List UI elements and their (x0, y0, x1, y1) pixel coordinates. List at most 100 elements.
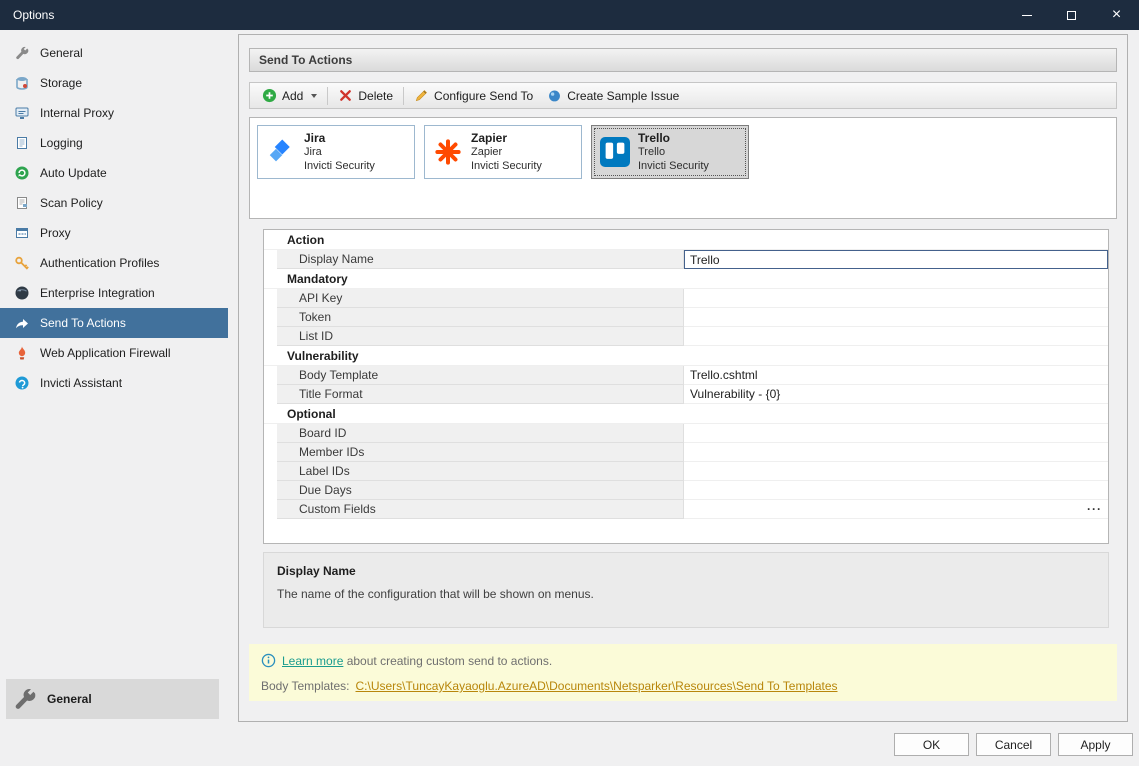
sidebar-item-storage[interactable]: Storage (0, 68, 228, 98)
api-key-field[interactable] (684, 289, 1108, 308)
sidebar-item-web-application-firewall[interactable]: Web Application Firewall (0, 338, 228, 368)
property-row-custom-fields[interactable]: Custom Fields ··· (264, 500, 1108, 519)
card-vendor: Invicti Security (638, 160, 709, 174)
group-header-action[interactable]: Action (264, 230, 1108, 250)
sidebar-item-label: Auto Update (40, 166, 107, 180)
due-days-field[interactable] (684, 481, 1108, 500)
delete-button[interactable]: Delete (331, 85, 400, 106)
proxy-icon (14, 225, 30, 241)
sidebar-item-label: Send To Actions (40, 316, 126, 330)
delete-icon (338, 88, 353, 103)
property-description-panel: Display Name The name of the configurati… (263, 552, 1109, 628)
sidebar-item-auto-update[interactable]: Auto Update (0, 158, 228, 188)
close-icon: × (1112, 7, 1121, 23)
body-template-field[interactable]: Trello.cshtml (684, 366, 1108, 385)
display-name-field[interactable]: Trello (684, 250, 1108, 269)
body-templates-path-link[interactable]: C:\Users\TuncayKayaoglu.AzureAD\Document… (356, 679, 838, 693)
minimize-icon (1022, 15, 1032, 16)
send-to-card-zapier[interactable]: Zapier Zapier Invicti Security (424, 125, 582, 179)
board-id-field[interactable] (684, 424, 1108, 443)
sidebar-item-label: Scan Policy (40, 196, 103, 210)
sidebar-item-label: Enterprise Integration (40, 286, 155, 300)
auto-update-icon (14, 165, 30, 181)
property-row-label-ids[interactable]: Label IDs (264, 462, 1108, 481)
group-header-optional[interactable]: Optional (264, 404, 1108, 424)
sidebar-item-general[interactable]: General (0, 38, 228, 68)
property-row-display-name[interactable]: Display Name Trello (264, 250, 1108, 269)
title-format-field[interactable]: Vulnerability - {0} (684, 385, 1108, 404)
configure-send-to-button[interactable]: Configure Send To (407, 85, 540, 106)
logging-icon (14, 135, 30, 151)
send-to-actions-panel: Send To Actions Add Delete Configure Sen… (238, 34, 1128, 722)
create-sample-issue-button[interactable]: Create Sample Issue (540, 85, 686, 106)
property-row-title-format[interactable]: Title Format Vulnerability - {0} (264, 385, 1108, 404)
sidebar-item-logging[interactable]: Logging (0, 128, 228, 158)
wrench-icon-large (12, 686, 38, 712)
property-row-body-template[interactable]: Body Template Trello.cshtml (264, 366, 1108, 385)
internal-proxy-icon (14, 105, 30, 121)
group-header-mandatory[interactable]: Mandatory (264, 269, 1108, 289)
sidebar-item-label: Invicti Assistant (40, 376, 122, 390)
maximize-button[interactable] (1049, 0, 1094, 30)
panel-header: Send To Actions (249, 48, 1117, 72)
zapier-icon (433, 137, 463, 167)
dialog-buttons: OK Cancel Apply (894, 733, 1133, 756)
sidebar-item-label: Storage (40, 76, 82, 90)
toolbar: Add Delete Configure Send To Create Samp… (249, 82, 1117, 109)
sidebar-item-enterprise-integration[interactable]: Enterprise Integration (0, 278, 228, 308)
ellipsis-button[interactable]: ··· (1087, 502, 1102, 516)
sidebar-item-label: Authentication Profiles (40, 256, 159, 270)
property-row-board-id[interactable]: Board ID (264, 424, 1108, 443)
apply-button[interactable]: Apply (1058, 733, 1133, 756)
maximize-icon (1067, 11, 1076, 20)
close-button[interactable]: × (1094, 0, 1139, 30)
ok-button[interactable]: OK (894, 733, 969, 756)
body-templates-label: Body Templates: (261, 679, 350, 693)
add-icon (262, 88, 277, 103)
card-title: Zapier (471, 131, 542, 146)
description-text: The name of the configuration that will … (277, 587, 1095, 601)
firewall-flame-icon (14, 345, 30, 361)
add-button[interactable]: Add (255, 85, 324, 106)
sidebar-item-internal-proxy[interactable]: Internal Proxy (0, 98, 228, 128)
cancel-button[interactable]: Cancel (976, 733, 1051, 756)
property-row-token[interactable]: Token (264, 308, 1108, 327)
sidebar-item-authentication-profiles[interactable]: Authentication Profiles (0, 248, 228, 278)
token-field[interactable] (684, 308, 1108, 327)
titlebar: Options × (0, 0, 1139, 30)
sidebar-item-scan-policy[interactable]: Scan Policy (0, 188, 228, 218)
assistant-icon (14, 375, 30, 391)
property-row-list-id[interactable]: List ID (264, 327, 1108, 346)
sidebar-item-label: Web Application Firewall (40, 346, 171, 360)
send-icon (14, 315, 30, 331)
sidebar-item-send-to-actions[interactable]: Send To Actions (0, 308, 228, 338)
property-row-due-days[interactable]: Due Days (264, 481, 1108, 500)
card-subtitle: Trello (638, 146, 709, 160)
sidebar-item-label: Proxy (40, 226, 71, 240)
property-row-member-ids[interactable]: Member IDs (264, 443, 1108, 462)
sidebar-item-label: General (40, 46, 83, 60)
description-title: Display Name (277, 564, 1095, 578)
group-header-vulnerability[interactable]: Vulnerability (264, 346, 1108, 366)
property-row-api-key[interactable]: API Key (264, 289, 1108, 308)
label-ids-field[interactable] (684, 462, 1108, 481)
sidebar-item-proxy[interactable]: Proxy (0, 218, 228, 248)
send-to-configurations-list: Jira Jira Invicti Security Zapier Zapier… (249, 117, 1117, 219)
list-id-field[interactable] (684, 327, 1108, 346)
sidebar-item-invicti-assistant[interactable]: Invicti Assistant (0, 368, 228, 398)
send-to-card-trello[interactable]: Trello Trello Invicti Security (591, 125, 749, 179)
send-to-card-jira[interactable]: Jira Jira Invicti Security (257, 125, 415, 179)
toolbar-separator (403, 87, 404, 105)
card-title: Trello (638, 131, 709, 146)
custom-fields-field[interactable]: ··· (684, 500, 1108, 519)
enterprise-integration-icon (14, 285, 30, 301)
info-box: Learn more about creating custom send to… (249, 644, 1117, 701)
learn-more-link[interactable]: Learn more (282, 654, 343, 668)
sidebar-footer-general: General (6, 679, 219, 719)
minimize-button[interactable] (1004, 0, 1049, 30)
member-ids-field[interactable] (684, 443, 1108, 462)
card-vendor: Invicti Security (471, 160, 542, 174)
jira-icon (266, 137, 296, 167)
card-vendor: Invicti Security (304, 160, 375, 174)
sidebar: General Storage Internal Proxy Logging A… (0, 30, 228, 766)
